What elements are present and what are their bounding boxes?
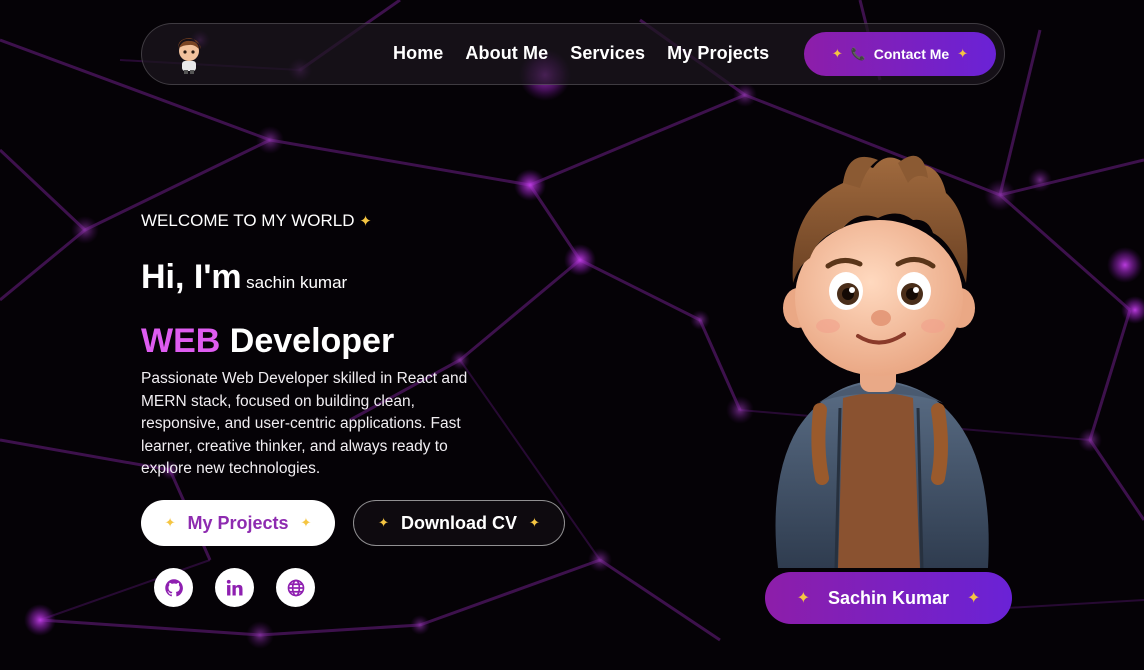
sparkle-icon: ✦ (359, 213, 372, 230)
download-cv-button[interactable]: ✦ Download CV ✦ (353, 500, 565, 546)
nav-about[interactable]: About Me (465, 43, 548, 64)
phone-icon: 📞 (850, 47, 866, 61)
name-badge: ✦ Sachin Kumar ✦ (765, 572, 1012, 624)
hero-avatar-image (748, 148, 1008, 578)
sparkle-icon: ✦ (378, 515, 389, 530)
linkedin-icon (226, 579, 242, 595)
globe-icon (287, 579, 304, 596)
welcome-label: WELCOME TO MY WORLD (141, 211, 355, 230)
website-link[interactable] (276, 568, 315, 607)
hero-name: sachin kumar (246, 273, 348, 292)
contact-button[interactable]: ✦ 📞 Contact Me ✦ (804, 32, 996, 76)
role-rest: Developer (229, 322, 395, 360)
welcome-text: WELCOME TO MY WORLD ✦ (141, 211, 372, 231)
download-cv-label: Download CV (401, 512, 517, 533)
github-link[interactable] (154, 568, 193, 607)
sparkle-icon: ✦ (300, 515, 312, 530)
github-icon (164, 578, 183, 596)
nav-services[interactable]: Services (570, 43, 645, 64)
contact-label: Contact Me (873, 46, 950, 62)
nav-home[interactable]: Home (393, 43, 443, 64)
sparkle-icon: ✦ (957, 46, 969, 61)
role-title: WEB Developer (141, 322, 394, 361)
navbar: Home About Me Services My Projects ✦ 📞 C… (141, 23, 1005, 85)
nav-projects[interactable]: My Projects (667, 43, 769, 64)
greeting: Hi, I'm sachin kumar (141, 258, 347, 297)
sparkle-icon: ✦ (967, 590, 981, 607)
sparkle-icon: ✦ (529, 515, 540, 530)
sparkle-icon: ✦ (164, 515, 176, 530)
role-accent: WEB (141, 322, 221, 360)
my-projects-button[interactable]: ✦ My Projects ✦ (141, 500, 335, 546)
logo-avatar[interactable] (172, 36, 206, 74)
greeting-label: Hi, I'm (141, 258, 242, 296)
hero-description: Passionate Web Developer skilled in Reac… (141, 370, 468, 477)
sparkle-icon: ✦ (796, 590, 810, 607)
nav-links: Home About Me Services My Projects (393, 43, 769, 64)
badge-name: Sachin Kumar (827, 587, 950, 608)
social-links (154, 568, 315, 607)
linkedin-link[interactable] (215, 568, 254, 607)
my-projects-label: My Projects (187, 512, 289, 533)
sparkle-icon: ✦ (831, 46, 843, 61)
